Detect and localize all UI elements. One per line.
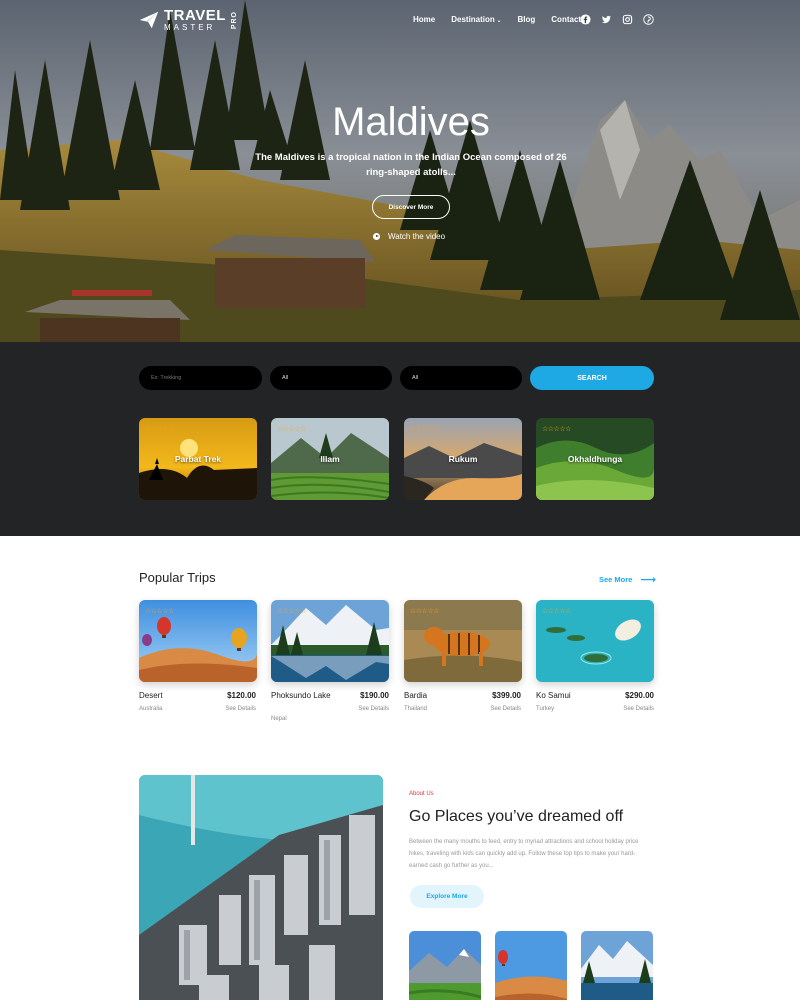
- watch-video-label: Watch the video: [388, 232, 446, 241]
- rating-stars: ☆☆☆☆☆: [145, 608, 174, 615]
- destination-name: Okhaldhunga: [567, 454, 623, 464]
- trip-price: $190.00: [360, 691, 389, 700]
- rating-stars: ☆☆☆☆☆: [277, 608, 306, 615]
- brand-wordmark: TRAVEL MASTER: [164, 8, 226, 32]
- social-links: [580, 14, 654, 25]
- trip-name: Ko Samui: [536, 691, 571, 700]
- trip-price: $290.00: [625, 691, 654, 700]
- destination-card-okhaldhunga[interactable]: ☆☆☆☆☆ Okhaldhunga: [536, 418, 654, 500]
- twitter-icon[interactable]: [601, 14, 612, 25]
- about-title: Go Places you’ve dreamed off: [409, 808, 624, 825]
- hero-title: Maldives: [332, 100, 490, 144]
- rating-stars: ☆☆☆☆☆: [542, 608, 571, 615]
- about-thumbnail[interactable]: [581, 931, 653, 1000]
- destination-card-parbat-trek[interactable]: ☆☆☆☆☆ Parbat Trek: [139, 418, 257, 500]
- keyword-input[interactable]: Ex: Trekking: [139, 366, 262, 390]
- rating-stars: ☆☆☆☆☆: [410, 608, 439, 615]
- main-nav: Home Destination ⌄ Blog Contact: [413, 15, 581, 24]
- see-more-link[interactable]: See More ⟶: [599, 573, 656, 586]
- watch-video-link[interactable]: Watch the video: [373, 232, 445, 241]
- hero-section: TRAVEL MASTER PRO Home Destination ⌄ Blo…: [0, 0, 800, 342]
- paper-plane-icon: [139, 11, 159, 29]
- mountain-lake-image: [581, 931, 653, 1000]
- chevron-down-icon: ⌄: [494, 18, 502, 24]
- rating-stars: ☆☆☆☆☆: [542, 426, 571, 433]
- duration-select[interactable]: All: [400, 366, 522, 390]
- destination-name: Illam: [320, 454, 340, 464]
- destination-name: Parbat Trek: [174, 454, 222, 464]
- see-details-link[interactable]: See Details: [206, 706, 256, 712]
- see-more-label: See More: [599, 575, 633, 584]
- trip-name: Desert: [139, 691, 163, 700]
- popular-trips-title: Popular Trips: [139, 570, 216, 585]
- arrow-right-icon: ⟶: [640, 574, 657, 586]
- destination-card-rukum[interactable]: ☆☆☆☆☆ Rukum: [404, 418, 522, 500]
- trip-card-image-ko-samui[interactable]: ☆☆☆☆☆: [536, 600, 654, 682]
- destination-name: Rukum: [448, 454, 478, 464]
- brand-logo[interactable]: TRAVEL MASTER PRO: [138, 8, 238, 32]
- explore-more-button[interactable]: Explore More: [410, 885, 484, 908]
- rating-stars: ☆☆☆☆☆: [145, 426, 174, 433]
- search-button[interactable]: SEARCH: [530, 366, 654, 390]
- about-text: Between the many mouths to feed, entry t…: [409, 839, 639, 869]
- nav-contact[interactable]: Contact: [551, 15, 581, 24]
- nav-destination[interactable]: Destination ⌄: [451, 15, 501, 24]
- brand-pro-tag: PRO: [230, 10, 238, 30]
- trip-name: Bardia: [404, 691, 428, 700]
- trip-price: $120.00: [227, 691, 256, 700]
- trip-card-image-desert[interactable]: ☆☆☆☆☆: [139, 600, 257, 682]
- about-image: [139, 775, 383, 1000]
- about-thumbnail[interactable]: [409, 931, 481, 1000]
- discover-more-button[interactable]: Discover More: [372, 195, 450, 219]
- hero-description: The Maldives is a tropical nation in the…: [255, 152, 567, 178]
- trip-name: Phoksundo Lake: [271, 691, 331, 700]
- about-city-aerial-image: [139, 775, 383, 1000]
- play-icon: [373, 233, 380, 240]
- facebook-icon[interactable]: [580, 14, 591, 25]
- about-tag: About Us: [409, 791, 434, 797]
- brand-line2: MASTER: [164, 23, 216, 32]
- rating-stars: ☆☆☆☆☆: [277, 426, 306, 433]
- see-details-link[interactable]: See Details: [604, 706, 654, 712]
- trip-country: Australia: [139, 706, 163, 712]
- see-details-link[interactable]: See Details: [471, 706, 521, 712]
- desert-balloon-image: [495, 931, 567, 1000]
- nav-home[interactable]: Home: [413, 15, 435, 24]
- trip-card-image-bardia[interactable]: ☆☆☆☆☆: [404, 600, 522, 682]
- about-thumbnail[interactable]: [495, 931, 567, 1000]
- trip-price: $399.00: [492, 691, 521, 700]
- instagram-icon[interactable]: [622, 14, 633, 25]
- search-section: Ex: Trekking All All SEARCH ☆☆☆☆☆ Parbat…: [0, 342, 800, 536]
- destination-card-illam[interactable]: ☆☆☆☆☆ Illam: [271, 418, 389, 500]
- trip-country: Nepal: [271, 716, 287, 722]
- trip-country: Thailand: [404, 706, 428, 712]
- rating-stars: ☆☆☆☆☆: [410, 426, 439, 433]
- pinterest-icon[interactable]: [643, 14, 654, 25]
- mountain-valley-image: [409, 931, 481, 1000]
- see-details-link[interactable]: See Details: [339, 706, 389, 712]
- destination-select[interactable]: All: [270, 366, 392, 390]
- brand-line1: TRAVEL: [164, 7, 226, 24]
- trip-card-image-phoksundo-lake[interactable]: ☆☆☆☆☆: [271, 600, 389, 682]
- trip-country: Turkey: [536, 706, 555, 712]
- nav-blog[interactable]: Blog: [518, 15, 536, 24]
- nav-destination-label: Destination: [451, 15, 495, 24]
